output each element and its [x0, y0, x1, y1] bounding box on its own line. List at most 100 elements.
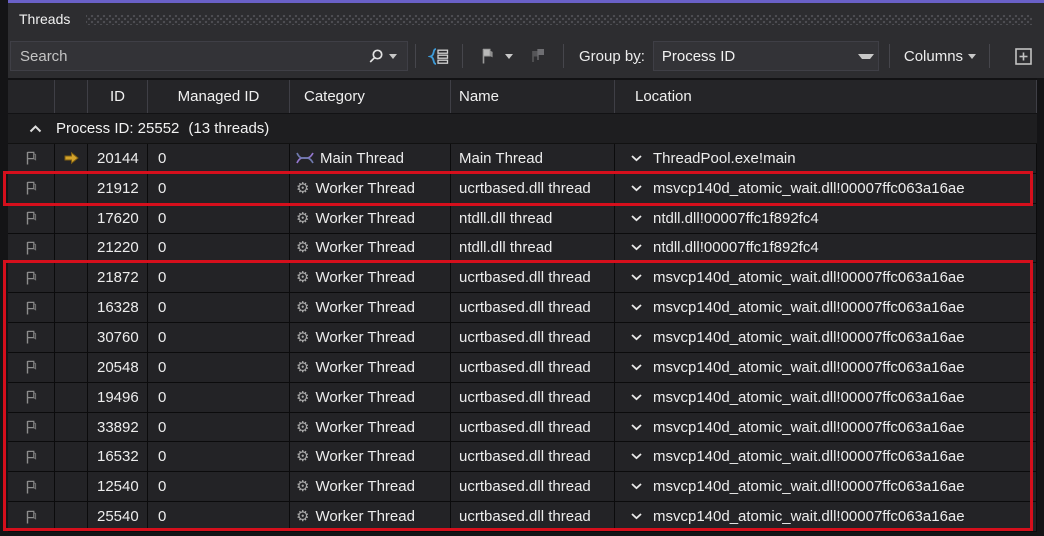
worker-thread-gear-icon: ⚙	[296, 270, 309, 285]
table-row[interactable]: 20548 0 ⚙ Worker Thread ucrtbased.dll th…	[8, 353, 1037, 383]
toolbar-separator	[989, 44, 990, 68]
collapse-group-chevron-icon[interactable]	[29, 125, 42, 133]
flag-cell[interactable]	[8, 144, 55, 173]
table-row[interactable]: 21912 0 ⚙ Worker Thread ucrtbased.dll th…	[8, 174, 1037, 204]
managed-id: 0	[158, 299, 166, 316]
category-label: Worker Thread	[315, 508, 415, 525]
table-row[interactable]: 33892 0 ⚙ Worker Thread ucrtbased.dll th…	[8, 413, 1037, 443]
flag-icon[interactable]	[23, 210, 39, 226]
expand-stack-chevron-icon[interactable]	[631, 513, 642, 520]
flag-icon[interactable]	[23, 479, 39, 495]
search-box[interactable]	[10, 41, 408, 71]
show-flagged-only-button[interactable]	[524, 41, 554, 71]
table-row[interactable]: 20144 0 ⚙ Main Thread Main Thread Thread…	[8, 144, 1037, 174]
worker-thread-gear-icon: ⚙	[296, 390, 309, 405]
expand-stack-chevron-icon[interactable]	[631, 274, 642, 281]
expand-stack-chevron-icon[interactable]	[631, 453, 642, 460]
flag-cell[interactable]	[8, 472, 55, 501]
flag-cell[interactable]	[8, 263, 55, 292]
columns-dropdown-button[interactable]: Columns	[899, 41, 981, 71]
flag-cell[interactable]	[8, 204, 55, 233]
table-row[interactable]: 16328 0 ⚙ Worker Thread ucrtbased.dll th…	[8, 293, 1037, 323]
flag-icon[interactable]	[23, 509, 39, 525]
expand-stack-chevron-icon[interactable]	[631, 185, 642, 192]
category-label: Worker Thread	[315, 329, 415, 346]
expand-stack-chevron-icon[interactable]	[631, 334, 642, 341]
table-row[interactable]: 25540 0 ⚙ Worker Thread ucrtbased.dll th…	[8, 502, 1037, 532]
current-thread-cell	[55, 472, 88, 501]
worker-thread-gear-icon: ⚙	[296, 509, 309, 524]
thread-id: 21872	[97, 269, 139, 286]
managed-id: 0	[158, 269, 166, 286]
search-button[interactable]	[364, 42, 407, 70]
table-row[interactable]: 17620 0 ⚙ Worker Thread ntdll.dll thread…	[8, 204, 1037, 234]
column-header-id[interactable]: ID	[88, 80, 148, 113]
flag-cell[interactable]	[8, 442, 55, 471]
managed-id-cell: 0	[148, 204, 290, 233]
flag-cell[interactable]	[8, 234, 55, 263]
expand-stack-chevron-icon[interactable]	[631, 424, 642, 431]
managed-id-cell: 0	[148, 234, 290, 263]
column-header-location[interactable]: Location	[615, 80, 1037, 113]
managed-id: 0	[158, 180, 166, 197]
expand-all-groups-button[interactable]	[1009, 41, 1038, 71]
flag-cell[interactable]	[8, 323, 55, 352]
flag-icon[interactable]	[23, 300, 39, 316]
tool-window-titlebar[interactable]: Threads	[8, 3, 1044, 34]
column-header-flag[interactable]	[8, 80, 55, 113]
flag-icon[interactable]	[23, 449, 39, 465]
flag-icon[interactable]	[23, 359, 39, 375]
table-row[interactable]: 30760 0 ⚙ Worker Thread ucrtbased.dll th…	[8, 323, 1037, 353]
thread-id-cell: 16328	[88, 293, 148, 322]
thread-id: 30760	[97, 329, 139, 346]
worker-thread-gear-icon: ⚙	[296, 330, 309, 345]
group-by-dropdown[interactable]: Process ID	[653, 41, 879, 71]
expand-stack-chevron-icon[interactable]	[631, 244, 642, 251]
category-label: Worker Thread	[315, 419, 415, 436]
location-text: msvcp140d_atomic_wait.dll!00007ffc063a16…	[653, 180, 965, 197]
location-text: msvcp140d_atomic_wait.dll!00007ffc063a16…	[653, 448, 965, 465]
expand-stack-chevron-icon[interactable]	[631, 155, 642, 162]
current-thread-cell	[55, 383, 88, 412]
flag-cell[interactable]	[8, 174, 55, 203]
flag-icon[interactable]	[23, 150, 39, 166]
expand-stack-chevron-icon[interactable]	[631, 364, 642, 371]
flag-cell[interactable]	[8, 293, 55, 322]
flag-cell[interactable]	[8, 502, 55, 531]
expand-callstacks-button[interactable]	[423, 41, 455, 71]
managed-id: 0	[158, 210, 166, 227]
flag-icon[interactable]	[23, 389, 39, 405]
flag-threads-button[interactable]	[474, 41, 518, 71]
process-group-label: Process ID: 25552	[56, 120, 179, 137]
flag-icon[interactable]	[23, 270, 39, 286]
table-row[interactable]: 21872 0 ⚙ Worker Thread ucrtbased.dll th…	[8, 263, 1037, 293]
table-row[interactable]: 16532 0 ⚙ Worker Thread ucrtbased.dll th…	[8, 442, 1037, 472]
process-group-row[interactable]: Process ID: 25552 (13 threads)	[8, 114, 1037, 144]
thread-id-cell: 20144	[88, 144, 148, 173]
column-header-managed-id[interactable]: Managed ID	[148, 80, 290, 113]
flag-cell[interactable]	[8, 353, 55, 382]
column-header-label: Category	[304, 88, 365, 105]
column-header-current[interactable]	[55, 80, 88, 113]
flag-icon[interactable]	[23, 329, 39, 345]
expand-stack-chevron-icon[interactable]	[631, 483, 642, 490]
column-header-category[interactable]: Category	[290, 80, 451, 113]
table-row[interactable]: 21220 0 ⚙ Worker Thread ntdll.dll thread…	[8, 234, 1037, 264]
expand-stack-chevron-icon[interactable]	[631, 394, 642, 401]
flag-icon[interactable]	[23, 419, 39, 435]
expand-stack-chevron-icon[interactable]	[631, 304, 642, 311]
expand-stack-chevron-icon[interactable]	[631, 215, 642, 222]
table-row[interactable]: 12540 0 ⚙ Worker Thread ucrtbased.dll th…	[8, 472, 1037, 502]
search-input[interactable]	[11, 48, 364, 65]
flag-cell[interactable]	[8, 413, 55, 442]
flagged-threads-filter-icon	[529, 47, 549, 65]
worker-thread-gear-icon: ⚙	[296, 240, 309, 255]
threads-tool-window: Threads	[0, 0, 1044, 536]
column-header-name[interactable]: Name	[451, 80, 615, 113]
flag-icon[interactable]	[23, 240, 39, 256]
name-cell: ntdll.dll thread	[451, 204, 615, 233]
flag-icon[interactable]	[23, 180, 39, 196]
table-row[interactable]: 19496 0 ⚙ Worker Thread ucrtbased.dll th…	[8, 383, 1037, 413]
titlebar-drag-handle[interactable]	[86, 15, 1032, 25]
flag-cell[interactable]	[8, 383, 55, 412]
